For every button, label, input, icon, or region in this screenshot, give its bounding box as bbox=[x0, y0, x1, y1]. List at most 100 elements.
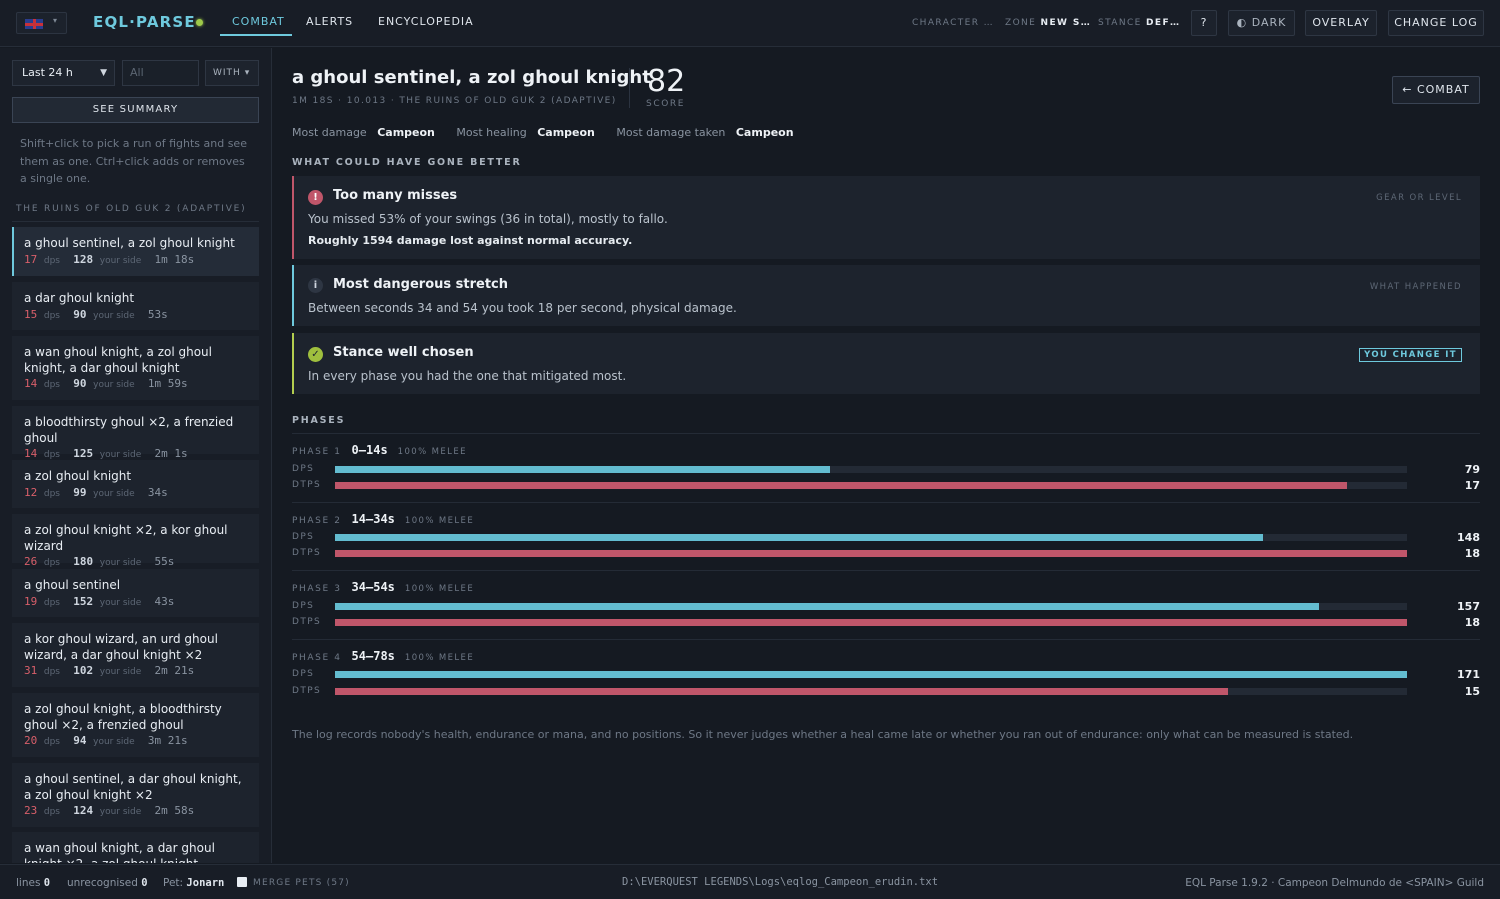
selection-hint: Shift+click to pick a run of fights and … bbox=[20, 137, 247, 185]
tab-encyclopedia[interactable]: ENCYCLOPEDIA bbox=[378, 15, 474, 28]
log-file-path: D:\EVERQUEST LEGENDS\Logs\eqlog_Campeon_… bbox=[622, 876, 939, 888]
fight-list-item[interactable]: a kor ghoul wizard, an urd ghoul wizard,… bbox=[12, 623, 259, 687]
overlay-button[interactable]: OVERLAY bbox=[1305, 10, 1377, 36]
fight-list-item[interactable]: a ghoul sentinel 19 dps 152 your side 43… bbox=[12, 569, 259, 617]
fight-subtitle: 1M 18S · 10.013 · THE RUINS OF OLD GUK 2… bbox=[292, 96, 617, 106]
side-unit: your side bbox=[99, 255, 142, 266]
phase-mode: 100% MELEE bbox=[404, 653, 475, 663]
time-range-select[interactable]: Last 24 h ▼ bbox=[12, 60, 115, 86]
fight-filter-input[interactable]: All bbox=[122, 60, 199, 86]
fight-list-item[interactable]: a dar ghoul knight 15 dps 90 your side 5… bbox=[12, 282, 259, 330]
divider bbox=[292, 570, 1480, 571]
side-unit: your side bbox=[99, 667, 142, 677]
fight-side-dps: 125 bbox=[73, 447, 94, 460]
help-button[interactable]: ? bbox=[1191, 10, 1217, 36]
divider bbox=[12, 221, 259, 222]
merge-pets-checkbox[interactable] bbox=[237, 877, 247, 887]
dps-bar-track bbox=[335, 534, 1407, 541]
side-unit: your side bbox=[99, 597, 142, 608]
unrecognised-label: unrecognised bbox=[67, 877, 138, 889]
fight-list-item[interactable]: a wan ghoul knight, a zol ghoul knight, … bbox=[12, 336, 259, 400]
fight-title: a ghoul sentinel, a zol ghoul knight bbox=[292, 67, 651, 88]
most-taken-value: Campeon bbox=[735, 126, 794, 139]
merge-pets-label[interactable]: MERGE PETS (57) bbox=[253, 878, 350, 888]
phase-mode: 100% MELEE bbox=[397, 447, 467, 457]
fight-duration: 43s bbox=[154, 594, 175, 608]
phase-label: PHASE 1 bbox=[292, 447, 342, 457]
with-filter-button[interactable]: WITH ▾ bbox=[205, 60, 259, 86]
dps-unit: dps bbox=[43, 737, 60, 747]
see-summary-button[interactable]: SEE SUMMARY bbox=[12, 97, 259, 123]
fight-list-item[interactable]: a zol ghoul knight 12 dps 99 your side 3… bbox=[12, 460, 259, 508]
phase-header: PHASE 2 14–34s 100% MELEE bbox=[292, 512, 474, 526]
divider bbox=[629, 68, 630, 108]
dtps-bar-track bbox=[335, 550, 1407, 557]
side-unit: your side bbox=[93, 310, 135, 321]
fight-dps: 14 bbox=[24, 447, 38, 460]
side-unit: your side bbox=[99, 807, 142, 817]
zone-heading: THE RUINS OF OLD GUK 2 (ADAPTIVE) bbox=[16, 204, 247, 214]
fight-side-dps: 90 bbox=[73, 307, 87, 321]
score-value: 82 bbox=[647, 64, 686, 99]
fight-list-item[interactable]: a zol ghoul knight, a bloodthirsty ghoul… bbox=[12, 693, 259, 757]
card-title: Stance well chosen bbox=[333, 345, 474, 360]
stance-label: STANCE bbox=[1098, 18, 1142, 28]
dps-label: DPS bbox=[292, 669, 315, 679]
zone-selector[interactable]: ZONE NEW S… bbox=[1005, 18, 1091, 28]
change-log-button[interactable]: CHANGE LOG bbox=[1388, 10, 1484, 36]
tab-combat[interactable]: COMBAT bbox=[232, 15, 285, 28]
side-unit: your side bbox=[93, 488, 135, 499]
chevron-down-icon: ▾ bbox=[53, 16, 58, 25]
disclaimer-note: The log records nobody's health, enduran… bbox=[292, 728, 1354, 741]
info-icon: i bbox=[308, 278, 323, 293]
with-filter-label: WITH bbox=[213, 68, 241, 78]
card-tag: YOU CHANGE IT bbox=[1359, 348, 1462, 362]
fight-side-dps: 102 bbox=[73, 664, 94, 677]
card-detail: Roughly 1594 damage lost against normal … bbox=[308, 234, 633, 247]
fight-name: a dar ghoul knight bbox=[24, 291, 135, 305]
most-taken-label: Most damage taken bbox=[616, 126, 726, 139]
divider bbox=[292, 433, 1480, 434]
most-damage-label: Most damage bbox=[292, 126, 367, 139]
dtps-bar-track bbox=[335, 482, 1407, 489]
dps-value: 157 bbox=[1457, 600, 1480, 613]
fight-list-item[interactable]: a ghoul sentinel, a zol ghoul knight 17 … bbox=[12, 227, 259, 276]
language-selector[interactable]: ▾ bbox=[16, 12, 67, 34]
dtps-bar bbox=[335, 688, 1229, 695]
phase-mode: 100% MELEE bbox=[404, 516, 475, 526]
character-selector[interactable]: CHARACTER … bbox=[912, 18, 994, 28]
fight-list-item[interactable]: a ghoul sentinel, a dar ghoul knight, a … bbox=[12, 763, 259, 827]
stance-selector[interactable]: STANCE DEF… bbox=[1098, 18, 1180, 28]
zone-label: ZONE bbox=[1005, 18, 1037, 28]
fight-name: a zol ghoul knight ×2, a kor ghoul wizar… bbox=[24, 523, 228, 553]
unrecognised-count: unrecognised 0 bbox=[67, 877, 148, 889]
tab-alerts[interactable]: ALERTS bbox=[306, 15, 353, 28]
phase-header: PHASE 4 54–78s 100% MELEE bbox=[292, 649, 474, 663]
fight-name: a bloodthirsty ghoul ×2, a frenzied ghou… bbox=[24, 415, 234, 445]
fight-side-dps: 99 bbox=[73, 485, 87, 499]
card-body: You missed 53% of your swings (36 in tot… bbox=[308, 212, 668, 226]
fight-duration: 1m 18s bbox=[154, 252, 195, 266]
side-unit: your side bbox=[99, 450, 142, 460]
fight-list-item[interactable]: a bloodthirsty ghoul ×2, a frenzied ghou… bbox=[12, 406, 259, 460]
fight-dps: 31 bbox=[24, 664, 38, 677]
back-to-combat-button[interactable]: ← COMBAT bbox=[1392, 76, 1480, 104]
version-info: EQL Parse 1.9.2 · Campeon Delmundo de <S… bbox=[1185, 877, 1484, 889]
theme-toggle-button[interactable]: ◐ DARK bbox=[1228, 10, 1295, 36]
fight-list-item[interactable]: a wan ghoul knight, a dar ghoul knight ×… bbox=[12, 832, 259, 863]
dps-bar bbox=[335, 671, 1407, 678]
dtps-bar-track bbox=[335, 619, 1407, 626]
fight-dps: 19 bbox=[24, 594, 38, 608]
fight-name: a zol ghoul knight bbox=[24, 469, 132, 483]
fight-duration: 53s bbox=[147, 307, 168, 321]
dtps-label: DTPS bbox=[292, 686, 322, 696]
top-contributors: Most damage Campeon Most healing Campeon… bbox=[292, 126, 794, 139]
dps-unit: dps bbox=[43, 488, 60, 499]
phase-mode: 100% MELEE bbox=[404, 584, 475, 594]
fight-duration: 3m 21s bbox=[147, 734, 188, 747]
fight-list-item[interactable]: a zol ghoul knight ×2, a kor ghoul wizar… bbox=[12, 514, 259, 568]
dps-unit: dps bbox=[43, 255, 60, 266]
zone-value: NEW S… bbox=[1040, 18, 1092, 28]
side-unit: your side bbox=[93, 737, 135, 747]
card-body: Between seconds 34 and 54 you took 18 pe… bbox=[308, 301, 737, 315]
